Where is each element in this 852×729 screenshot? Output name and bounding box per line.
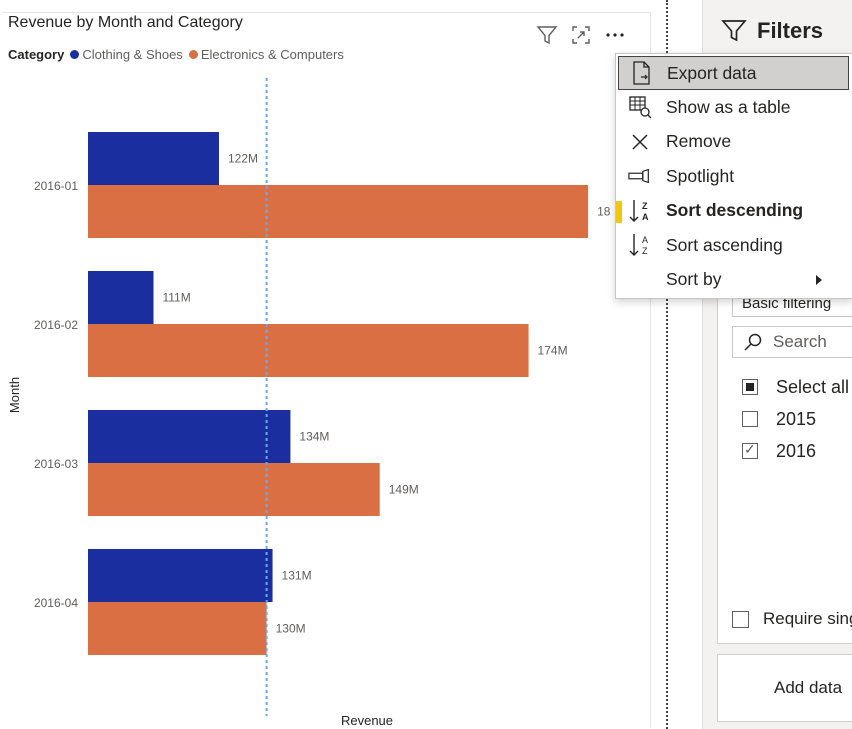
svg-text:Z: Z — [642, 201, 648, 211]
export-data-icon — [630, 61, 654, 85]
close-icon — [628, 130, 652, 154]
active-sort-marker — [616, 200, 622, 223]
filters-title: Filters — [757, 18, 824, 43]
bar-0-1 — [88, 271, 154, 324]
require-single-selection[interactable]: Require sing — [732, 609, 852, 629]
data-label: 130M — [276, 622, 306, 636]
menu-label: Sort by — [666, 269, 722, 290]
checkbox[interactable] — [732, 610, 749, 628]
y-axis-title: Month — [7, 377, 22, 413]
menu-item-sort-ascending[interactable]: AZ Sort ascending — [616, 228, 852, 263]
menu-label: Sort descending — [666, 200, 804, 221]
category-tick-label: 2016-01 — [34, 179, 78, 193]
menu-item-sort-by[interactable]: Sort by — [616, 263, 852, 298]
option-label: 2015 — [776, 408, 817, 429]
menu-label: Remove — [666, 131, 732, 152]
menu-label: Show as a table — [666, 96, 791, 117]
data-label: 149M — [389, 483, 419, 497]
menu-item-spotlight[interactable]: Spotlight — [616, 159, 852, 194]
bar-1-2 — [88, 463, 380, 516]
x-axis-title: Revenue — [341, 713, 393, 728]
bar-chart-visual[interactable]: Revenue by Month and Category Category C… — [0, 0, 652, 729]
filter-pane-icon — [721, 20, 747, 42]
filter-option-2015[interactable]: 2015 — [742, 403, 849, 435]
category-tick-label: 2016-04 — [34, 596, 78, 610]
checkbox[interactable] — [742, 441, 758, 459]
category-tick-label: 2016-03 — [34, 457, 78, 471]
filter-search-box[interactable]: Search — [732, 326, 852, 358]
bar-1-1 — [88, 324, 529, 377]
svg-text:A: A — [642, 235, 648, 245]
submenu-arrow-icon — [816, 274, 822, 285]
more-options-menu: Export data Show as a table Remove Spotl… — [615, 53, 852, 299]
data-label: 122M — [228, 152, 258, 166]
menu-item-show-as-table[interactable]: Show as a table — [616, 90, 852, 125]
menu-label: Export data — [667, 62, 757, 83]
sort-descending-icon: ZA — [628, 199, 652, 223]
data-label: 18 — [597, 205, 611, 219]
filter-options-list: Select all 2015 2016 — [742, 371, 849, 467]
checkbox[interactable] — [742, 411, 758, 427]
table-icon — [628, 95, 652, 119]
category-tick-label: 2016-02 — [34, 318, 78, 332]
bar-1-3 — [88, 602, 267, 655]
spotlight-icon — [628, 164, 652, 188]
require-single-label: Require sing — [763, 609, 852, 628]
menu-item-export-data[interactable]: Export data — [618, 56, 849, 90]
option-label: Select all — [776, 376, 850, 397]
add-data-label: Add data — [774, 678, 843, 697]
filter-option-select-all[interactable]: Select all — [742, 371, 849, 403]
svg-text:A: A — [642, 212, 649, 222]
data-label: 131M — [282, 569, 312, 583]
add-data-fields-area[interactable]: Add data — [717, 654, 852, 722]
filter-card-year: Basic filtering Search Select all 2015 2… — [717, 270, 852, 644]
svg-text:Z: Z — [642, 246, 648, 256]
data-label: 174M — [538, 344, 568, 358]
menu-label: Sort ascending — [666, 234, 783, 255]
data-label: 134M — [299, 430, 329, 444]
menu-item-sort-descending[interactable]: ZA Sort descending — [616, 194, 852, 229]
bar-0-3 — [88, 549, 273, 602]
filters-header[interactable]: Filters — [721, 18, 823, 44]
checkbox[interactable] — [742, 379, 758, 395]
data-label: 111M — [162, 291, 190, 305]
menu-label: Spotlight — [666, 165, 735, 186]
chart-plot-area: 2016-01 122M 18 2016-02 111M 174M 2016-03 134M 1… — [7, 78, 611, 728]
menu-item-remove[interactable]: Remove — [616, 125, 852, 160]
bar-0-2 — [88, 410, 291, 463]
sort-ascending-icon: AZ — [628, 233, 652, 257]
filter-option-2016[interactable]: 2016 — [742, 435, 849, 467]
search-icon — [744, 333, 762, 351]
search-input[interactable]: Search — [773, 332, 827, 352]
bar-0-0 — [88, 132, 219, 185]
bar-1-0 — [88, 185, 589, 238]
option-label: 2016 — [776, 440, 817, 461]
